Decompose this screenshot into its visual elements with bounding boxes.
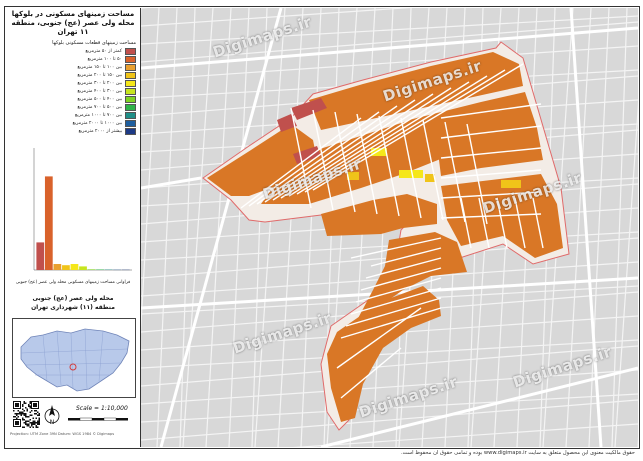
legend-swatch (125, 79, 136, 87)
north-label: N (50, 419, 55, 426)
histogram-bar (87, 269, 96, 270)
map-svg (141, 8, 638, 447)
histogram-bar (44, 176, 53, 270)
scale-bar-segments (68, 417, 128, 421)
neighborhood-name: محله ولی عصر (عج) جنوبی (32, 295, 114, 302)
legend-items: کمتر از ۵۰ مترمربع ۵۰ تا ۱۰۰ مترمربع بین ۱… (12, 47, 136, 135)
title-line-1: مساحت زمینهای مسکونی در بلوکها (11, 10, 135, 18)
map-canvas[interactable]: Digimaps.ir Digimaps.ir Digimaps.ir Digi… (141, 8, 638, 447)
legend-item-label: بین ۳۰۰ تا ۴۰۰ مترمربع (77, 88, 122, 94)
legend-item-label: بین ۷۰۰ تا ۱۰۰۰ مترمربع (74, 112, 122, 118)
legend-item-label: بین ۱۵۰ تا ۲۰۰ مترمربع (77, 72, 122, 78)
legend-item: بین ۱۰۰ تا ۱۵۰ مترمربع (12, 63, 136, 71)
legend-item-label: بین ۲۰۰ تا ۳۰۰ مترمربع (77, 80, 122, 86)
area-subtitle: محله ولی عصر (عج) جنوبی منطقه (۱۱) شهردا… (10, 294, 136, 312)
legend-item-label: بین ۱۰۰۰ تا ۲۰۰۰ مترمربع (72, 120, 122, 126)
histogram-bar (62, 265, 70, 270)
histogram-bar (53, 264, 62, 270)
legend-item: بین ۲۰۰ تا ۳۰۰ مترمربع (12, 79, 136, 87)
inset-locator-map (12, 318, 136, 398)
legend-item-label: کمتر از ۵۰ مترمربع (85, 48, 122, 54)
legend-item: بین ۷۰۰ تا ۱۰۰۰ مترمربع (12, 111, 136, 119)
qr-code (12, 400, 40, 428)
legend-item: بین ۱۰۰۰ تا ۲۰۰۰ مترمربع (12, 119, 136, 127)
legend-swatch (125, 71, 136, 79)
legend-swatch (125, 95, 136, 103)
histogram-bar (79, 266, 87, 270)
legend-swatch (125, 47, 136, 55)
legend-item-label: بیشتر از ۲۰۰۰ مترمربع (78, 128, 122, 134)
legend-item: بین ۵۰۰ تا ۷۰۰ مترمربع (12, 103, 136, 111)
legend-item: بیشتر از ۲۰۰۰ مترمربع (12, 127, 136, 135)
legend-swatch (125, 63, 136, 71)
legend-swatch (125, 111, 136, 119)
district-name: منطقه (۱۱) شهرداری تهران (31, 304, 115, 311)
legend-swatch (125, 55, 136, 63)
legend-header: مساحت زمینهای قطعات مسکونی بلوکها (52, 40, 136, 46)
scale-text: Scale = 1:10,000 (76, 405, 128, 412)
legend-item-label: ۵۰ تا ۱۰۰ مترمربع (87, 56, 122, 62)
legend-item-label: بین ۴۰۰ تا ۵۰۰ مترمربع (77, 96, 122, 102)
legend-item: ۵۰ تا ۱۰۰ مترمربع (12, 55, 136, 63)
legend-item: بین ۴۰۰ تا ۵۰۰ مترمربع (12, 95, 136, 103)
histogram-bar (36, 242, 45, 270)
parcel-yellow-4 (501, 180, 521, 188)
title-line-2: محله ولی عصر (عج) جنوبی، منطقه ۱۱ تهران (11, 19, 135, 36)
legend-swatch (125, 103, 136, 111)
legend-swatch (125, 87, 136, 95)
copyright-footer: حقوق مالکیت معنوی این محصول متعلق به سای… (401, 450, 635, 456)
north-arrow-icon: N (44, 405, 60, 426)
histogram-bar (70, 264, 79, 270)
parcel-yellow-1 (371, 148, 387, 156)
legend-swatch (125, 127, 136, 135)
legend-item-label: بین ۱۰۰ تا ۱۵۰ مترمربع (77, 64, 122, 70)
legend-item: کمتر از ۵۰ مترمربع (12, 47, 136, 55)
legend-item-label: بین ۵۰۰ تا ۷۰۰ مترمربع (77, 104, 122, 110)
map-title: مساحت زمینهای مسکونی در بلوکها محله ولی … (10, 10, 136, 37)
histogram-chart (33, 148, 132, 271)
histogram-caption: فراوانی مساحت زمینهای مسکونی محله ولی عص… (15, 280, 131, 285)
projection-reference: Projection: UTM Zone 39N Datum: WGS 1984… (10, 432, 115, 436)
legend-item: بین ۳۰۰ تا ۴۰۰ مترمربع (12, 87, 136, 95)
legend-swatch (125, 119, 136, 127)
legend-item: بین ۱۵۰ تا ۲۰۰ مترمربع (12, 71, 136, 79)
legend: مساحت زمینهای قطعات مسکونی بلوکها کمتر ا… (12, 40, 136, 135)
